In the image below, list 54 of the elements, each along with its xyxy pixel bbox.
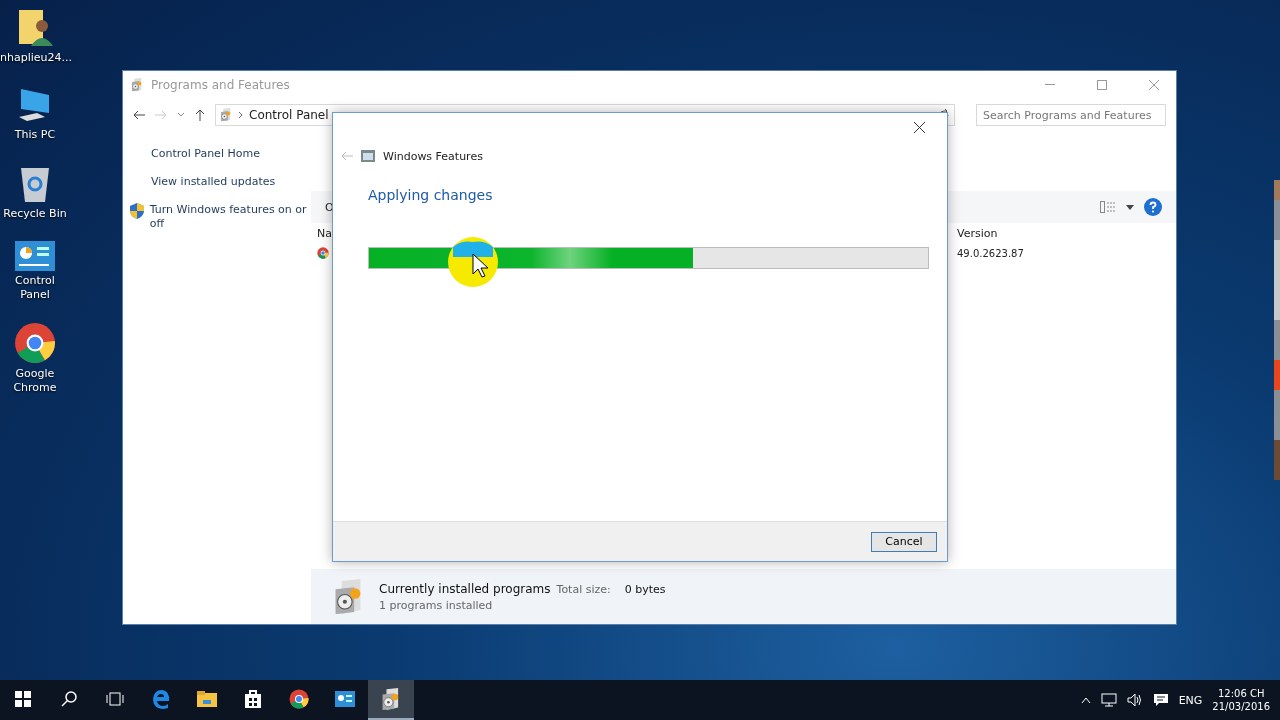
dialog-title: Windows Features <box>383 149 483 163</box>
search-field[interactable]: Search Programs and Features <box>976 104 1166 126</box>
network-icon[interactable] <box>1100 693 1117 707</box>
status-count: 1 programs installed <box>379 598 494 612</box>
program-box-icon <box>220 108 232 122</box>
sidebar-link[interactable]: Control Panel Home <box>129 147 311 161</box>
close-icon[interactable] <box>913 121 925 133</box>
minimize-icon[interactable] <box>1045 84 1055 86</box>
shield-icon <box>129 203 144 219</box>
maximize-icon[interactable] <box>1097 80 1107 90</box>
chrome-icon <box>14 322 56 364</box>
search-icon[interactable] <box>61 691 77 707</box>
desktop-icon-label[interactable]: Google Chrome <box>0 367 70 395</box>
desktop-icon-label[interactable]: nhaplieu24... <box>0 51 70 65</box>
help-icon[interactable] <box>1144 198 1162 216</box>
language-indicator[interactable]: ENG <box>1178 693 1203 707</box>
program-box-icon <box>131 78 143 92</box>
status-title: Currently installed programs <box>379 581 551 596</box>
store-icon <box>244 689 262 709</box>
desktop-icon-label[interactable]: Recycle Bin <box>0 207 70 221</box>
cursor-icon <box>447 236 499 288</box>
column-header[interactable]: Version <box>957 226 1057 240</box>
notification-icon[interactable] <box>1152 693 1169 707</box>
desktop-icon-label[interactable]: This PC <box>0 128 70 142</box>
up-arrow-icon[interactable] <box>195 109 205 121</box>
clock[interactable]: 12:06 CH 21/03/2016 <box>1212 687 1270 713</box>
task-view-icon[interactable] <box>106 692 124 706</box>
control-panel-icon <box>15 241 55 271</box>
control-panel-icon <box>335 691 355 707</box>
edge-icon <box>151 689 171 709</box>
windows-logo-icon[interactable] <box>15 691 31 707</box>
window-features-icon <box>361 150 375 162</box>
desktop-icon-label[interactable]: Control Panel <box>0 274 70 302</box>
table-cell: 49.0.2623.87 <box>957 247 1024 259</box>
chrome-icon <box>317 246 329 259</box>
breadcrumb-item[interactable]: Control Panel <box>249 108 329 122</box>
dropdown-caret-icon[interactable] <box>1126 204 1134 210</box>
chevron-icon <box>238 111 243 119</box>
chrome-icon <box>289 689 309 709</box>
taskbar-app-button[interactable] <box>368 680 414 720</box>
status-value: 0 bytes <box>624 582 666 596</box>
folder-icon <box>197 691 217 707</box>
program-box-icon <box>381 688 401 710</box>
sidebar-link[interactable]: View installed updates <box>129 175 311 189</box>
dialog-heading: Applying changes <box>367 186 494 203</box>
cancel-button[interactable]: Cancel <box>871 531 937 552</box>
sidebar-link[interactable]: Turn Windows features on or off <box>129 203 311 231</box>
caret-up-icon[interactable] <box>1080 697 1091 703</box>
volume-icon[interactable] <box>1126 693 1143 707</box>
view-options-icon[interactable] <box>1100 201 1116 213</box>
window-title: Programs and Features <box>151 78 291 92</box>
status-label: Total size: <box>556 582 611 596</box>
back-arrow-icon[interactable] <box>133 110 145 120</box>
user-folder-icon <box>17 8 53 48</box>
